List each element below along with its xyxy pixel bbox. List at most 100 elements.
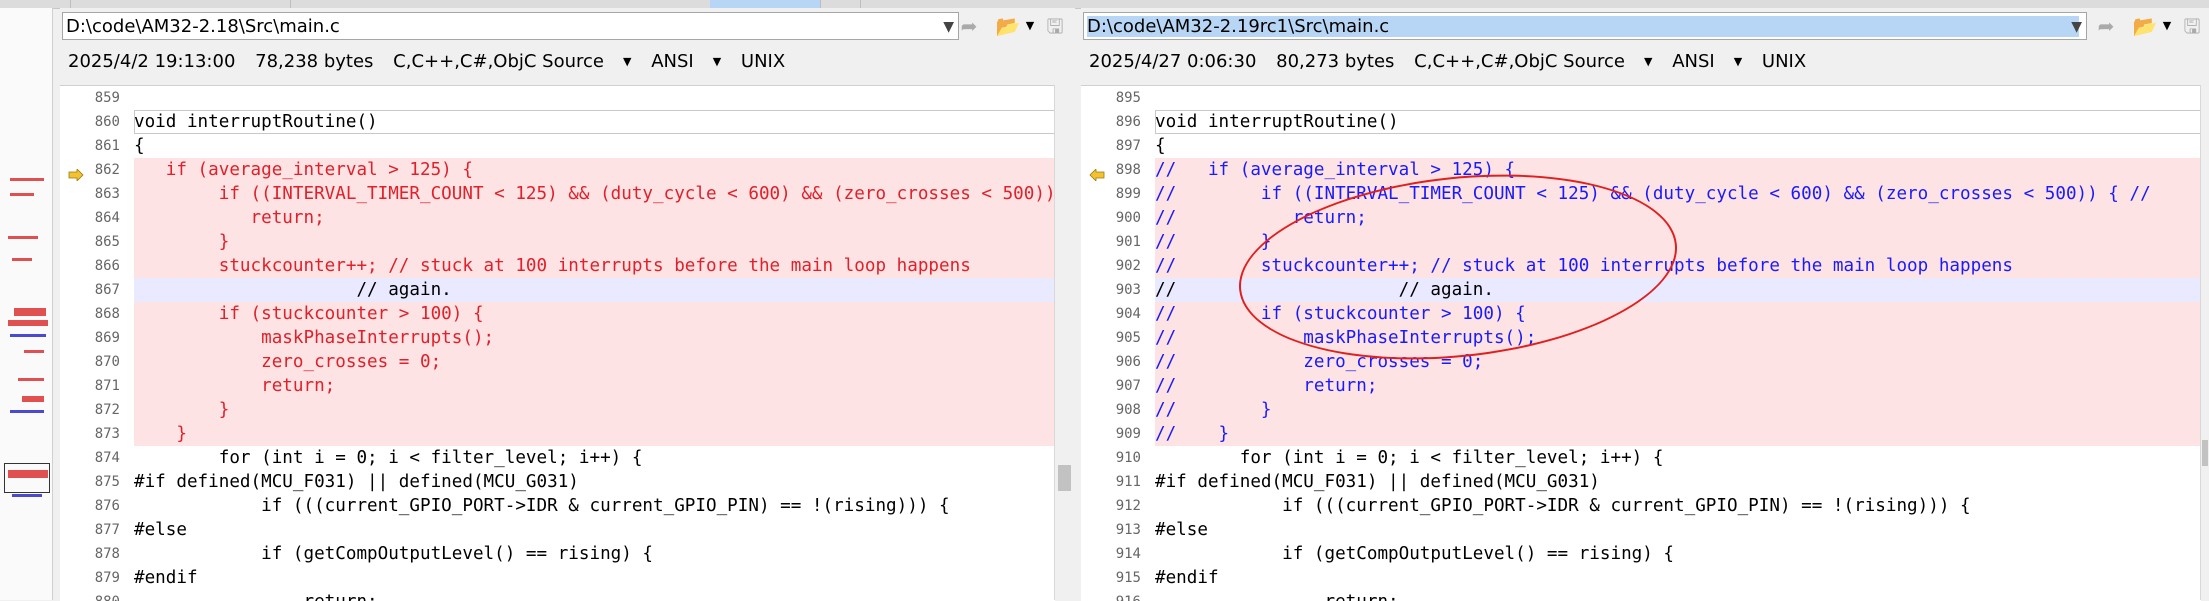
right-scroll-thumb[interactable] bbox=[2202, 440, 2208, 466]
code-line[interactable]: 907 // return; bbox=[1081, 374, 2201, 398]
code-line[interactable]: 898// if (average_interval > 125) { bbox=[1081, 158, 2201, 182]
code-line[interactable]: 868 if (stuckcounter > 100) { bbox=[60, 302, 1055, 326]
code-line[interactable]: 871 return; bbox=[60, 374, 1055, 398]
code-text: #if defined(MCU_F031) || defined(MCU_G03… bbox=[1155, 472, 1600, 492]
code-line[interactable]: 878 if (getCompOutputLevel() == rising) … bbox=[60, 542, 1055, 566]
line-number: 904 bbox=[1081, 302, 1145, 326]
left-path-text: D:\code\AM32-2.18\Src\main.c bbox=[66, 16, 340, 37]
code-line[interactable]: 861 { bbox=[60, 134, 1055, 158]
code-text: #else bbox=[1155, 520, 1208, 540]
right-format-select[interactable]: C,C++,C#,ObjC Source ▼ bbox=[1414, 51, 1652, 72]
line-number: 868 bbox=[60, 302, 124, 326]
right-encoding-select[interactable]: ANSI ▼ bbox=[1672, 51, 1742, 72]
code-text: if (average_interval > 125) { bbox=[134, 158, 1055, 182]
line-number: 901 bbox=[1081, 230, 1145, 254]
code-line[interactable]: 874 for (int i = 0; i < filter_level; i+… bbox=[60, 446, 1055, 470]
code-line[interactable]: 879 #endif bbox=[60, 566, 1055, 590]
code-line[interactable]: 869 maskPhaseInterrupts(); bbox=[60, 326, 1055, 350]
code-text: // return; bbox=[1155, 374, 2201, 398]
code-line[interactable]: 872 } bbox=[60, 398, 1055, 422]
left-format-select[interactable]: C,C++,C#,ObjC Source ▼ bbox=[393, 51, 631, 72]
code-line[interactable]: 905// maskPhaseInterrupts(); bbox=[1081, 326, 2201, 350]
code-line[interactable]: 906 // zero_crosses = 0; bbox=[1081, 350, 2201, 374]
code-line[interactable]: 897 { bbox=[1081, 134, 2201, 158]
line-number: 899 bbox=[1081, 182, 1145, 206]
chevron-down-icon[interactable]: ▼ bbox=[2160, 14, 2174, 38]
line-number: 903 bbox=[1081, 278, 1145, 302]
code-line[interactable]: 915 #endif bbox=[1081, 566, 2201, 590]
line-number: 912 bbox=[1081, 494, 1145, 518]
line-number: 896 bbox=[1081, 110, 1145, 134]
right-file-date: 2025/4/27 0:06:30 bbox=[1089, 51, 1257, 72]
code-line[interactable]: 873 } bbox=[60, 422, 1055, 446]
code-text: #if defined(MCU_F031) || defined(MCU_G03… bbox=[134, 472, 579, 492]
code-line[interactable]: 909 // } bbox=[1081, 422, 2201, 446]
copy-arrow-icon[interactable]: ➦ bbox=[955, 14, 983, 38]
copy-arrow-icon[interactable]: ➦ bbox=[2092, 14, 2120, 38]
code-text: zero_crosses = 0; bbox=[134, 350, 1055, 374]
line-number: 908 bbox=[1081, 398, 1145, 422]
save-icon[interactable]: 🖫 bbox=[1042, 14, 1068, 38]
diff-arrow-icon[interactable] bbox=[68, 164, 84, 182]
code-line[interactable]: 913 #else bbox=[1081, 518, 2201, 542]
right-code-view[interactable]: 895 896 void interruptRoutine() 897 {898// i… bbox=[1081, 85, 2201, 601]
code-line[interactable]: 866 stuckcounter++; // stuck at 100 inte… bbox=[60, 254, 1055, 278]
chevron-down-icon[interactable]: ▼ bbox=[943, 13, 954, 39]
chevron-down-icon[interactable]: ▼ bbox=[1023, 14, 1037, 38]
code-text: // } bbox=[1155, 422, 2201, 446]
line-number: 880 bbox=[60, 590, 124, 601]
code-line[interactable]: 910 for (int i = 0; i < filter_level; i+… bbox=[1081, 446, 2201, 470]
code-line[interactable]: 875 #if defined(MCU_F031) || defined(MCU_… bbox=[60, 470, 1055, 494]
code-text: void interruptRoutine() bbox=[134, 110, 1055, 134]
code-line[interactable]: 880 return; bbox=[60, 590, 1055, 601]
code-text: // if ((INTERVAL_TIMER_COUNT < 125) && (… bbox=[1155, 182, 2201, 206]
left-path-field[interactable]: D:\code\AM32-2.18\Src\main.c ▼ bbox=[62, 12, 959, 40]
code-line[interactable]: 916 return; bbox=[1081, 590, 2201, 601]
code-line[interactable]: 865 } bbox=[60, 230, 1055, 254]
folder-open-icon[interactable]: 📂 bbox=[2130, 14, 2160, 38]
code-line[interactable]: 863 if ((INTERVAL_TIMER_COUNT < 125) && … bbox=[60, 182, 1055, 206]
code-line[interactable]: 911 #if defined(MCU_F031) || defined(MCU_… bbox=[1081, 470, 2201, 494]
line-number: 860 bbox=[60, 110, 124, 134]
folder-open-icon[interactable]: 📂 bbox=[993, 14, 1023, 38]
code-text: return; bbox=[1155, 590, 2201, 601]
code-line[interactable]: 870 zero_crosses = 0; bbox=[60, 350, 1055, 374]
right-vertical-scrollbar[interactable] bbox=[2200, 85, 2209, 600]
left-encoding-select[interactable]: ANSI ▼ bbox=[651, 51, 721, 72]
left-code-view[interactable]: 859 860 void interruptRoutine() 861 {862 if … bbox=[60, 85, 1055, 601]
code-line[interactable]: 862 if (average_interval > 125) { bbox=[60, 158, 1055, 182]
code-line[interactable]: 877 #else bbox=[60, 518, 1055, 542]
code-line[interactable]: 876 if (((current_GPIO_PORT->IDR & curre… bbox=[60, 494, 1055, 518]
diff-arrow-icon[interactable] bbox=[1089, 164, 1105, 182]
code-text: // } bbox=[1155, 398, 2201, 422]
code-text: if (getCompOutputLevel() == rising) { bbox=[1155, 544, 1675, 564]
code-line[interactable]: 896 void interruptRoutine() bbox=[1081, 110, 2201, 134]
code-text: { bbox=[134, 136, 145, 156]
chevron-down-icon[interactable]: ▼ bbox=[2071, 13, 2082, 39]
save-icon[interactable]: 🖫 bbox=[2179, 14, 2205, 38]
code-text: #else bbox=[134, 520, 187, 540]
code-text: if ((INTERVAL_TIMER_COUNT < 125) && (dut… bbox=[134, 182, 1055, 206]
code-line[interactable]: 895 bbox=[1081, 86, 2201, 110]
line-number: 902 bbox=[1081, 254, 1145, 278]
code-line[interactable]: 914 if (getCompOutputLevel() == rising) … bbox=[1081, 542, 2201, 566]
code-text: // zero_crosses = 0; bbox=[1155, 350, 2201, 374]
left-format-label: C,C++,C#,ObjC Source bbox=[393, 51, 604, 72]
line-number: 864 bbox=[60, 206, 124, 230]
right-path-field[interactable]: D:\code\AM32-2.19rc1\Src\main.c ▼ bbox=[1083, 12, 2087, 40]
code-line[interactable]: 860 void interruptRoutine() bbox=[60, 110, 1055, 134]
code-line[interactable]: 908 // } bbox=[1081, 398, 2201, 422]
line-number: 870 bbox=[60, 350, 124, 374]
diff-overview-bar[interactable] bbox=[0, 8, 53, 600]
left-scroll-thumb[interactable] bbox=[1058, 465, 1071, 491]
code-text: #endif bbox=[1155, 568, 1219, 588]
code-line[interactable]: 912 if (((current_GPIO_PORT->IDR & curre… bbox=[1081, 494, 2201, 518]
code-line[interactable]: 867 // again. bbox=[60, 278, 1055, 302]
left-vertical-scrollbar[interactable] bbox=[1054, 85, 1075, 600]
right-file-size: 80,273 bytes bbox=[1276, 51, 1395, 72]
code-line[interactable]: 859 bbox=[60, 86, 1055, 110]
code-text: for (int i = 0; i < filter_level; i++) { bbox=[134, 448, 643, 468]
code-text: } bbox=[134, 398, 1055, 422]
code-line[interactable]: 864 return; bbox=[60, 206, 1055, 230]
